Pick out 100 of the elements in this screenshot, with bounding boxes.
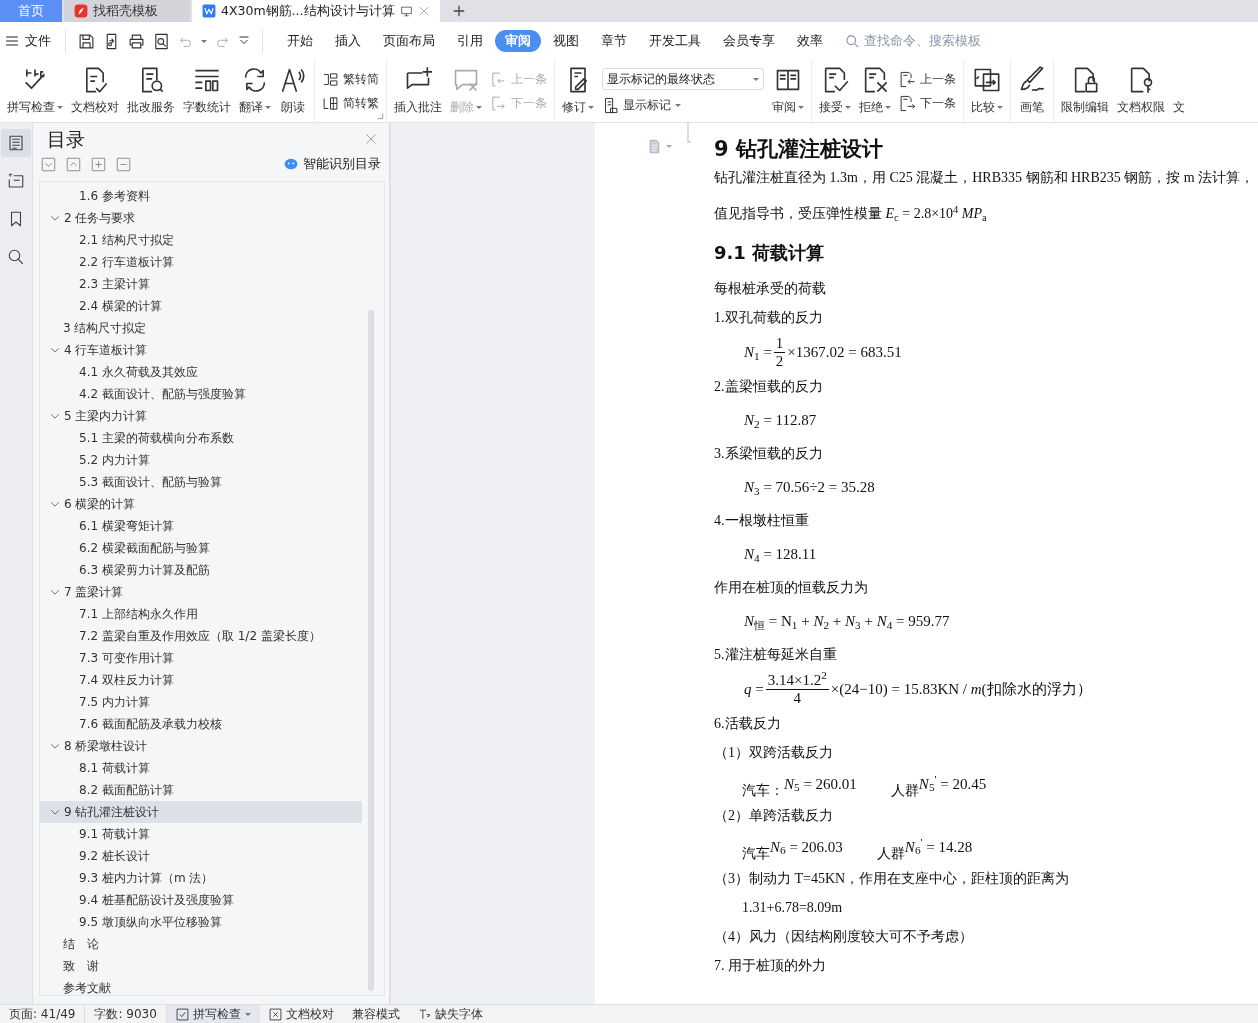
search-icon[interactable] bbox=[7, 248, 25, 266]
ribbon-tab[interactable]: 效率 bbox=[787, 29, 833, 53]
chevron-down-icon[interactable] bbox=[50, 587, 60, 597]
ribbon-button[interactable]: 显示标记 bbox=[602, 96, 764, 114]
toc-item[interactable]: 4.2 截面设计、配筋与强度验算 bbox=[40, 383, 362, 405]
plus-icon[interactable] bbox=[452, 4, 466, 18]
ribbon-button[interactable]: 文档权限 bbox=[1113, 60, 1169, 122]
chevron-down-icon[interactable] bbox=[50, 213, 60, 223]
toc-item[interactable]: 7.6 截面配筋及承载力校核 bbox=[40, 713, 362, 735]
table-of-contents-icon[interactable] bbox=[7, 134, 25, 152]
chevron-down-icon[interactable] bbox=[50, 411, 60, 421]
ribbon-button[interactable]: 比较 bbox=[967, 60, 1007, 122]
chevron-down-icon[interactable] bbox=[41, 156, 56, 172]
toc-item[interactable]: 致 谢 bbox=[40, 955, 362, 977]
ribbon-button[interactable]: 拒绝 bbox=[855, 60, 895, 122]
toc-item[interactable]: 7 盖梁计算 bbox=[40, 581, 362, 603]
toc-item[interactable]: 7.2 盖梁自重及作用效应（取 1/2 盖梁长度） bbox=[40, 625, 362, 647]
ribbon-tab[interactable]: 视图 bbox=[543, 29, 589, 53]
ribbon-button[interactable]: 上一条 bbox=[899, 70, 956, 88]
toc-item[interactable]: 结 论 bbox=[40, 933, 362, 955]
toc-item[interactable]: 2 任务与要求 bbox=[40, 207, 362, 229]
ribbon-button[interactable]: 下一条 bbox=[899, 94, 956, 112]
toc-item[interactable]: 参考文献 bbox=[40, 977, 362, 995]
smart-toc-button[interactable]: 智能识别目录 bbox=[283, 154, 381, 174]
toc-item[interactable]: 7.1 上部结构永久作用 bbox=[40, 603, 362, 625]
chevron-down-icon[interactable] bbox=[50, 741, 60, 751]
toc-item[interactable]: 6.2 横梁截面配筋与验算 bbox=[40, 537, 362, 559]
close-icon[interactable] bbox=[418, 5, 430, 17]
print-icon[interactable] bbox=[128, 32, 145, 50]
toc-item[interactable]: 8.2 截面配筋计算 bbox=[40, 779, 362, 801]
toc-item[interactable]: 5.3 截面设计、配筋与验算 bbox=[40, 471, 362, 493]
ribbon-button[interactable]: 限制编辑 bbox=[1057, 60, 1113, 122]
tab[interactable]: 4X30m钢筋...结构设计与计算 bbox=[192, 0, 440, 22]
toc-item[interactable]: 5.1 主梁的荷载横向分布系数 bbox=[40, 427, 362, 449]
toc-item[interactable]: 9.5 墩顶纵向水平位移验算 bbox=[40, 911, 362, 933]
ribbon-button[interactable]: 画笔 bbox=[1014, 60, 1050, 122]
ribbon-button[interactable]: 简转繁 bbox=[322, 94, 379, 112]
toc-item[interactable]: 2.1 结构尺寸拟定 bbox=[40, 229, 362, 251]
chevron-down-icon[interactable] bbox=[50, 345, 60, 355]
ribbon-tab[interactable]: 会员专享 bbox=[713, 29, 785, 53]
toc-item[interactable]: 7.5 内力计算 bbox=[40, 691, 362, 713]
minus-icon[interactable] bbox=[116, 156, 131, 172]
ribbon-button[interactable]: 拼写检查 bbox=[3, 60, 67, 122]
ribbon-button[interactable]: 朗读 bbox=[275, 60, 311, 122]
ribbon-tab[interactable]: 开发工具 bbox=[639, 29, 711, 53]
chevron-down-icon[interactable] bbox=[238, 35, 250, 47]
ribbon-button[interactable]: 文档校对 bbox=[67, 60, 123, 122]
toc-item[interactable]: 6.1 横梁弯矩计算 bbox=[40, 515, 362, 537]
toc-item[interactable]: 7.3 可变作用计算 bbox=[40, 647, 362, 669]
toc-item[interactable]: 6 横梁的计算 bbox=[40, 493, 362, 515]
ribbon-button[interactable]: 审阅 bbox=[768, 60, 808, 122]
tab[interactable]: 找稻壳模板 bbox=[64, 0, 190, 22]
toc-item[interactable]: 3 结构尺寸拟定 bbox=[40, 317, 362, 339]
monitor-icon[interactable] bbox=[400, 4, 413, 18]
status-button[interactable]: 文档校对 bbox=[259, 1004, 343, 1023]
plus-icon[interactable] bbox=[91, 156, 106, 172]
chevron-up-icon[interactable] bbox=[66, 156, 81, 172]
toc-item[interactable]: 1.6 参考资料 bbox=[40, 185, 362, 207]
toc-item[interactable]: 2.2 行车道板计算 bbox=[40, 251, 362, 273]
toc-item[interactable]: 9.2 桩长设计 bbox=[40, 845, 362, 867]
toc-item[interactable]: 9.1 荷载计算 bbox=[40, 823, 362, 845]
ribbon-tab[interactable]: 页面布局 bbox=[373, 29, 445, 53]
toc-item[interactable]: 4.1 永久荷载及其效应 bbox=[40, 361, 362, 383]
toc-item[interactable]: 5 主梁内力计算 bbox=[40, 405, 362, 427]
ribbon-tab[interactable]: 引用 bbox=[447, 29, 493, 53]
ribbon-button[interactable]: 接受 bbox=[815, 60, 855, 122]
toc-item[interactable]: 2.4 横梁的计算 bbox=[40, 295, 362, 317]
toc-item[interactable]: 2.3 主梁计算 bbox=[40, 273, 362, 295]
chevron-down-icon[interactable] bbox=[50, 499, 60, 509]
ribbon-button[interactable]: 字数统计 bbox=[179, 60, 235, 122]
save-icon[interactable] bbox=[78, 32, 95, 50]
toc-item[interactable]: 9.4 桩基配筋设计及强度验算 bbox=[40, 889, 362, 911]
print-preview-icon[interactable] bbox=[153, 32, 170, 50]
ribbon-tab[interactable]: 插入 bbox=[325, 29, 371, 53]
file-menu[interactable]: 文件 bbox=[0, 31, 59, 51]
search-field[interactable]: 查找命令、搜索模板 bbox=[862, 30, 1002, 52]
toc-item[interactable]: 6.3 横梁剪力计算及配筋 bbox=[40, 559, 362, 581]
toc-item[interactable]: 9 钻孔灌注桩设计 bbox=[40, 801, 362, 823]
toc-item[interactable]: 5.2 内力计算 bbox=[40, 449, 362, 471]
status-button[interactable]: 缺失字体 bbox=[408, 1004, 492, 1023]
ribbon-tab[interactable]: 章节 bbox=[591, 29, 637, 53]
ribbon-button[interactable]: 繁转简 bbox=[322, 70, 379, 88]
toc-item[interactable]: 9.3 桩内力计算（m 法） bbox=[40, 867, 362, 889]
ribbon-button[interactable]: 修订 bbox=[558, 60, 598, 122]
scrollbar-thumb[interactable] bbox=[368, 310, 374, 991]
ribbon-button[interactable]: 文 bbox=[1169, 60, 1189, 122]
spell-check-toggle[interactable]: 拼写检查 bbox=[166, 1004, 260, 1023]
toc-item[interactable]: 8 桥梁墩柱设计 bbox=[40, 735, 362, 757]
toc-item[interactable]: 7.4 双柱反力计算 bbox=[40, 669, 362, 691]
ribbon-button[interactable]: 翻译 bbox=[235, 60, 275, 122]
close-icon[interactable] bbox=[365, 133, 377, 145]
chevron-down-icon[interactable] bbox=[50, 807, 60, 817]
dropdown-field[interactable]: 显示标记的最终状态 bbox=[602, 68, 764, 90]
ribbon-tab[interactable]: 开始 bbox=[277, 29, 323, 53]
ribbon-button[interactable]: 批改服务 bbox=[123, 60, 179, 122]
toc-item[interactable]: 4 行车道板计算 bbox=[40, 339, 362, 361]
outline-icon[interactable] bbox=[7, 172, 25, 190]
dialog-launcher-icon[interactable] bbox=[376, 112, 384, 120]
toc-item[interactable]: 8.1 荷载计算 bbox=[40, 757, 362, 779]
ribbon-button[interactable]: 插入批注 bbox=[390, 60, 446, 122]
